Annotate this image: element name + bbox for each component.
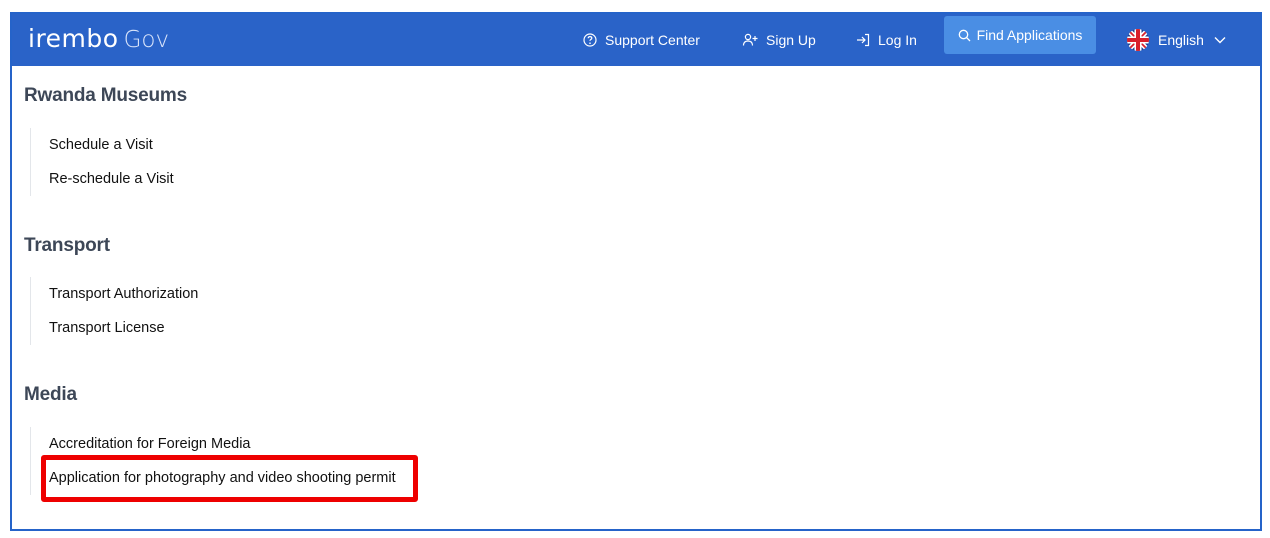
uk-flag-icon xyxy=(1127,29,1149,51)
service-link-schedule-visit[interactable]: Schedule a Visit xyxy=(49,128,174,162)
support-center-link[interactable]: Support Center xyxy=(583,14,700,66)
media-list: Accreditation for Foreign Media Applicat… xyxy=(30,427,396,495)
chevron-down-icon xyxy=(1214,37,1226,44)
transport-list: Transport Authorization Transport Licens… xyxy=(30,277,198,345)
login-arrow-icon xyxy=(857,33,870,47)
section-title-media: Media xyxy=(24,384,77,405)
service-link-photography-video-permit[interactable]: Application for photography and video sh… xyxy=(49,461,396,495)
service-link-transport-license[interactable]: Transport License xyxy=(49,311,198,345)
search-icon xyxy=(958,29,971,41)
section-title-transport: Transport xyxy=(24,235,110,256)
find-applications-label: Find Applications xyxy=(976,27,1083,43)
user-plus-icon xyxy=(742,33,758,46)
top-navigation-bar: irembo Gov Support Center Sign Up Log In… xyxy=(12,14,1260,66)
irembo-gov-logo[interactable]: irembo Gov xyxy=(28,24,169,54)
language-selector[interactable]: English xyxy=(1126,14,1226,66)
question-circle-icon xyxy=(583,33,597,47)
rwanda-museums-list: Schedule a Visit Re-schedule a Visit xyxy=(30,128,174,196)
service-link-transport-authorization[interactable]: Transport Authorization xyxy=(49,277,198,311)
section-title-rwanda-museums: Rwanda Museums xyxy=(24,85,187,106)
logo-gov-text: Gov xyxy=(123,27,170,53)
support-center-label: Support Center xyxy=(605,32,700,48)
page-frame: irembo Gov Support Center Sign Up Log In… xyxy=(10,12,1262,531)
logo-irembo-text: irembo xyxy=(28,24,119,53)
log-in-link[interactable]: Log In xyxy=(856,14,917,66)
service-link-foreign-media-accreditation[interactable]: Accreditation for Foreign Media xyxy=(49,427,396,461)
service-link-reschedule-visit[interactable]: Re-schedule a Visit xyxy=(49,162,174,196)
sign-up-link[interactable]: Sign Up xyxy=(742,14,816,66)
find-applications-button[interactable]: Find Applications xyxy=(944,16,1096,54)
language-label: English xyxy=(1158,32,1204,48)
log-in-label: Log In xyxy=(878,32,917,48)
sign-up-label: Sign Up xyxy=(766,32,816,48)
